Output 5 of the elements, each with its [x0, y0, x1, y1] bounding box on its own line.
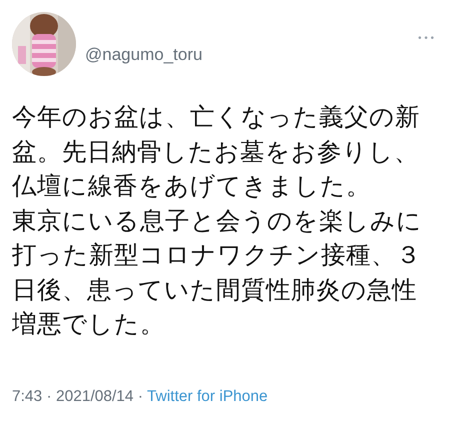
tweet-text: 今年のお盆は、亡くなった義父の新 盆。先日納骨したお墓をお参りし、 仏壇に線香をあげてきました。 東京にいる息子と会うのを楽しみに 打った新型コロナワクチン接種、３ 日後、患っていた間質性肺炎の急性 増悪でした。 [12, 101, 423, 340]
user-handle: @nagumo_toru [85, 45, 202, 65]
more-icon[interactable]: ••• [417, 34, 436, 44]
source-link[interactable]: Twitter for iPhone [147, 388, 268, 406]
tweet-timestamp: 7:43 · 2021/08/14 · [12, 388, 144, 406]
